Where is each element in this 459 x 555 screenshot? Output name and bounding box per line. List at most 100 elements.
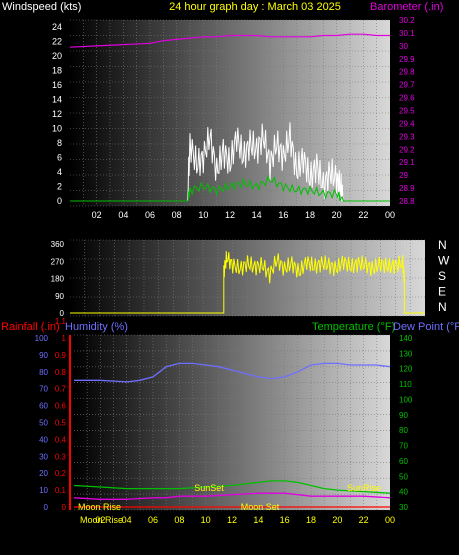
temperature-y-tick-label: 140	[399, 334, 413, 343]
wind-x-tick-label: 18	[305, 210, 315, 220]
humidity-y-tick-label: 70	[39, 385, 48, 394]
dewpoint-axis-label: Dew Point (°F)	[393, 321, 459, 333]
humidity-y-tick-label: 50	[39, 419, 48, 428]
wind-y-tick-label: 14	[52, 95, 62, 105]
humidity-y-tick-label: 100	[35, 334, 49, 343]
barometer-y-tick-label: 29.5	[399, 107, 415, 116]
temperature-y-tick-label: 110	[399, 380, 412, 389]
climate-x-tick-label: 10	[201, 515, 211, 525]
moon-set-annotation: Moon Set	[241, 502, 280, 512]
compass-tick-label: N	[438, 300, 447, 314]
barometer-y-tick-label: 30.1	[399, 29, 415, 38]
barometer-y-tick-label: 30	[399, 42, 408, 51]
climate-x-tick-label: 00	[385, 515, 395, 525]
wind-x-tick-label: 22	[358, 210, 368, 220]
wind-x-tick-label: 08	[172, 210, 182, 220]
climate-x-tick-label: 04	[122, 515, 132, 525]
humidity-y-tick-label: 80	[39, 368, 48, 377]
climate-x-tick-label: 12	[227, 515, 237, 525]
wind-x-tick-label: 02	[92, 210, 102, 220]
wind-x-tick-label: 06	[145, 210, 155, 220]
temperature-y-tick-label: 50	[399, 472, 408, 481]
compass-tick-label: N	[438, 238, 447, 252]
wind-y-tick-label: 10	[52, 124, 62, 134]
rainfall-axis-label: Rainfall (.in)	[1, 321, 60, 333]
wind-x-tick-label: 16	[278, 210, 288, 220]
humidity-y-tick-label: 10	[39, 486, 48, 495]
rainfall-y-tick-label: 0.7	[55, 385, 67, 394]
sunset-annotation: SunSet	[194, 483, 224, 493]
humidity-y-tick-label: 40	[39, 435, 48, 444]
humidity-axis-label: Humidity (%)	[65, 321, 128, 333]
climate-x-tick-label: 22	[359, 515, 369, 525]
wind-y-tick-label: 16	[52, 80, 62, 90]
humidity-y-tick-label: 60	[39, 402, 48, 411]
temperature-y-tick-label: 70	[399, 442, 408, 451]
wind-y-tick-label: 8	[57, 138, 62, 148]
barometer-y-tick-label: 29.6	[399, 94, 415, 103]
wind-x-tick-label: 14	[252, 210, 262, 220]
climate-x-tick-label: 20	[332, 515, 342, 525]
temperature-axis-label: Temperature (°F)	[312, 321, 395, 333]
compass-tick-label: W	[438, 254, 450, 268]
wind-x-tick-label: 00	[385, 210, 395, 220]
direction-y-tick-label: 360	[51, 240, 65, 249]
wind-x-tick-label: 12	[225, 210, 235, 220]
wind-y-tick-label: 24	[52, 22, 62, 32]
barometer-y-tick-label: 28.9	[399, 184, 415, 193]
direction-y-tick-label: 180	[51, 275, 65, 284]
temperature-y-tick-label: 130	[399, 349, 413, 358]
wind-y-tick-label: 12	[52, 109, 62, 119]
humidity-y-tick-label: 30	[39, 452, 48, 461]
compass-tick-label: S	[438, 269, 446, 283]
barometer-y-tick-label: 29.3	[399, 132, 415, 141]
weather-graphs: Windspeed (kts) 24 hour graph day : March…	[0, 0, 459, 555]
direction-y-tick-label: 90	[55, 292, 64, 301]
rainfall-y-tick-label: 0.9	[55, 351, 67, 360]
compass-tick-label: E	[438, 285, 446, 299]
wind-y-tick-label: 6	[57, 153, 62, 163]
humidity-y-tick-label: 0	[44, 503, 49, 512]
barometer-y-tick-label: 29.1	[399, 158, 415, 167]
climate-x-tick-label: 08	[174, 515, 184, 525]
climate-x-tick-label: 02	[95, 515, 105, 525]
temperature-y-tick-label: 60	[399, 457, 408, 466]
rainfall-y-tick-label: 0	[62, 503, 67, 512]
wind-y-tick-label: 0	[57, 196, 62, 206]
wind-axis-label: Windspeed (kts)	[2, 1, 81, 13]
barometer-y-tick-label: 29.8	[399, 68, 415, 77]
rainfall-y-tick-label: 0.8	[55, 368, 67, 377]
wind-x-tick-label: 20	[332, 210, 342, 220]
rainfall-y-tick-label: 0.6	[55, 402, 67, 411]
wind-y-tick-label: 22	[52, 37, 62, 47]
barometer-y-tick-label: 29.4	[399, 119, 415, 128]
sunrise-annotation: SunRise	[347, 483, 381, 493]
barometer-y-tick-label: 29.2	[399, 145, 415, 154]
barometer-y-tick-label: 28.8	[399, 197, 415, 206]
climate-x-tick-label: 14	[253, 515, 263, 525]
wind-x-tick-label: 10	[198, 210, 208, 220]
temperature-y-tick-label: 30	[399, 503, 408, 512]
rainfall-y-tick-label: 0.5	[55, 419, 67, 428]
climate-x-tick-label: 16	[280, 515, 290, 525]
climate-x-tick-label: 18	[306, 515, 316, 525]
barometer-y-tick-label: 30.2	[399, 16, 415, 25]
barometer-y-tick-label: 29.7	[399, 81, 415, 90]
rainfall-y-tick-label: 0.2	[55, 469, 67, 478]
temperature-y-tick-label: 100	[399, 395, 413, 404]
rainfall-y-tick-label: 1	[62, 334, 67, 343]
wind-x-tick-label: 04	[118, 210, 128, 220]
humidity-y-tick-label: 20	[39, 469, 48, 478]
wind-y-tick-label: 4	[57, 167, 62, 177]
wind-y-tick-label: 20	[52, 51, 62, 61]
rainfall-y-tick-label: 0.1	[55, 486, 67, 495]
wind-y-tick-label: 2	[57, 182, 62, 192]
weather-chart-svg: Windspeed (kts) 24 hour graph day : March…	[1, 1, 459, 525]
temperature-y-tick-label: 90	[399, 411, 408, 420]
rainfall-y-tick-label: 0.4	[55, 435, 67, 444]
temperature-y-tick-label: 40	[399, 488, 408, 497]
temperature-y-tick-label: 120	[399, 365, 413, 374]
climate-x-tick-label: 06	[148, 515, 158, 525]
humidity-y-tick-label: 90	[39, 351, 48, 360]
barometer-y-tick-label: 29	[399, 171, 408, 180]
